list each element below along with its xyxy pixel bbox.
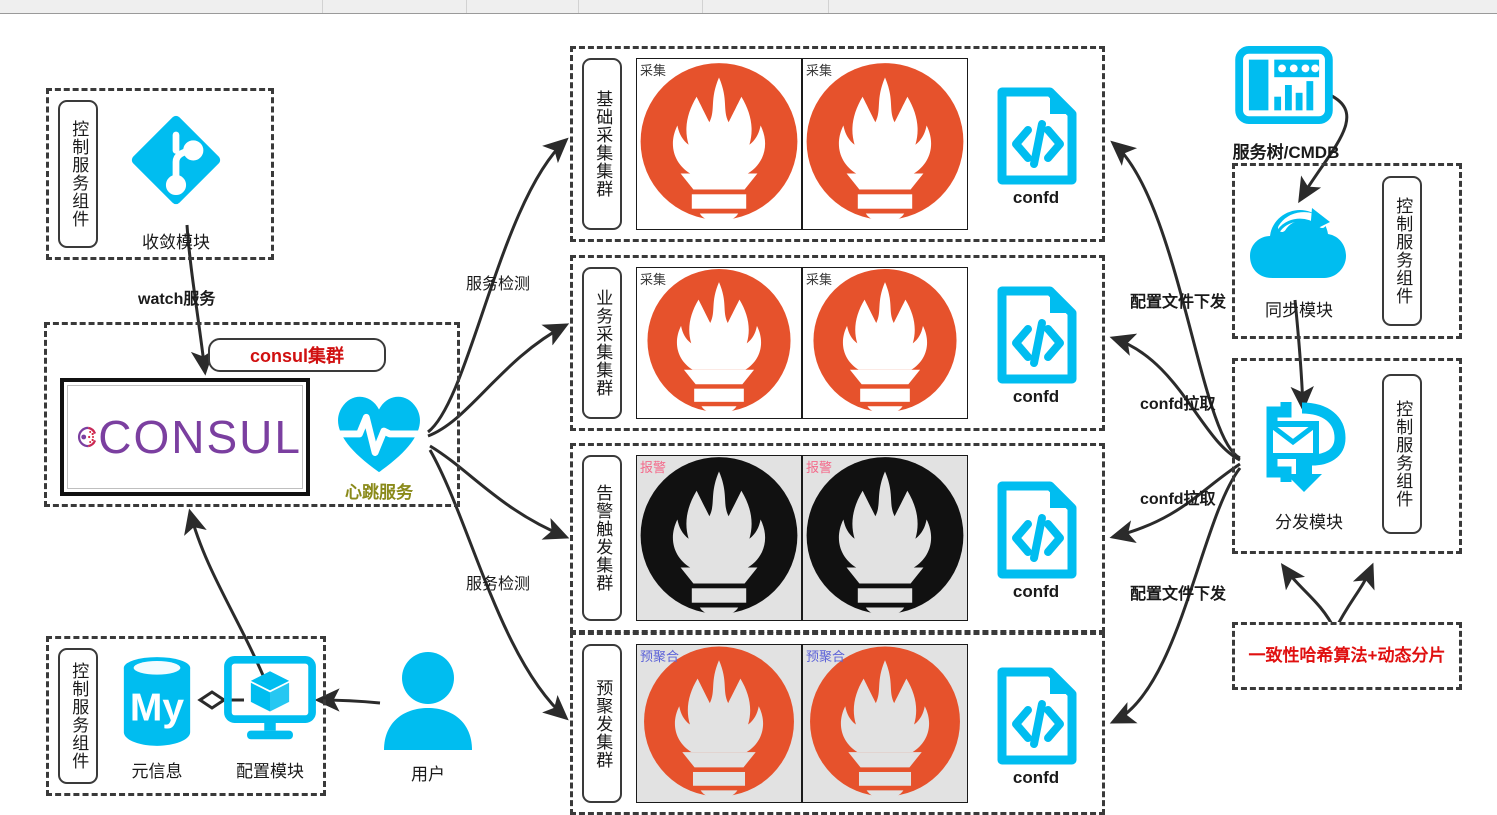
prometheus-node-tag: 采集 bbox=[640, 272, 667, 287]
mail-distribute-icon bbox=[1256, 390, 1360, 494]
confd-caption: confd bbox=[1012, 582, 1060, 601]
toolbar-divider bbox=[578, 0, 579, 13]
confd-caption: confd bbox=[1012, 387, 1060, 406]
consul-cluster-pill: consul集群 bbox=[208, 338, 386, 372]
prometheus-torch-icon bbox=[805, 62, 965, 227]
cloud-sync-icon bbox=[1248, 198, 1348, 282]
dashboard-icon bbox=[1234, 46, 1334, 124]
prometheus-node[interactable]: 采集 bbox=[636, 58, 802, 230]
prometheus-node[interactable]: 报警 bbox=[636, 455, 802, 621]
toolbar-divider bbox=[322, 0, 323, 13]
dispatch-caption: 分发模块 bbox=[1275, 513, 1343, 532]
confd-node[interactable]: confd bbox=[994, 480, 1078, 601]
prometheus-torch-icon bbox=[805, 456, 965, 620]
cluster-name-label: 预聚发集群 bbox=[582, 644, 622, 803]
sync-control-label: 控制服务组件 bbox=[1382, 176, 1422, 326]
code-branch-icon bbox=[128, 112, 224, 208]
prometheus-node[interactable]: 预聚合 bbox=[636, 644, 802, 803]
prometheus-node[interactable]: 采集 bbox=[802, 267, 968, 419]
prometheus-node-tag: 预聚合 bbox=[640, 649, 680, 664]
prometheus-node-tag: 预聚合 bbox=[806, 649, 846, 664]
converge-control-label: 控制服务组件 bbox=[58, 100, 98, 248]
cluster-name-label: 基础采集集群 bbox=[582, 58, 622, 230]
toolbar-divider bbox=[702, 0, 703, 13]
sync-caption: 同步模块 bbox=[1265, 301, 1333, 320]
prometheus-node-tag: 采集 bbox=[806, 272, 833, 287]
cluster-name-label: 告警触发集群 bbox=[582, 455, 622, 621]
config-module-caption: 配置模块 bbox=[236, 762, 304, 781]
prometheus-node-tag: 采集 bbox=[640, 63, 667, 78]
watch-service-edge-label: watch服务 bbox=[138, 291, 216, 308]
config-push-bottom-label: 配置文件下发 bbox=[1130, 586, 1227, 603]
user-caption: 用户 bbox=[411, 765, 445, 784]
dispatch-control-label: 控制服务组件 bbox=[1382, 374, 1422, 534]
confd-node[interactable]: confd bbox=[994, 86, 1078, 207]
consul-logo-frame: CONSUL bbox=[60, 378, 310, 496]
prometheus-node[interactable]: 预聚合 bbox=[802, 644, 968, 803]
cmdb-caption: 服务树/CMDB bbox=[1232, 143, 1340, 162]
top-toolbar bbox=[0, 0, 1497, 14]
prometheus-node-tag: 采集 bbox=[806, 63, 833, 78]
confd-file-icon bbox=[997, 481, 1077, 579]
user-icon bbox=[382, 650, 474, 750]
service-detect-label-top: 服务检测 bbox=[466, 276, 531, 293]
confd-file-icon bbox=[997, 286, 1077, 384]
prometheus-torch-icon bbox=[643, 645, 796, 802]
confd-file-icon bbox=[997, 87, 1077, 185]
heartbeat-icon bbox=[330, 388, 428, 476]
meta-db-caption: 元信息 bbox=[131, 762, 183, 781]
prometheus-torch-icon bbox=[809, 645, 962, 802]
confd-caption: confd bbox=[1012, 768, 1060, 787]
prometheus-torch-icon bbox=[646, 268, 792, 418]
consul-wordmark: CONSUL bbox=[98, 411, 302, 463]
confd-file-icon bbox=[997, 667, 1077, 765]
confd-pull-label-2: confd拉取 bbox=[1140, 491, 1216, 508]
meta-control-label: 控制服务组件 bbox=[58, 648, 98, 784]
consul-logo-icon bbox=[77, 426, 97, 448]
service-detect-label-bottom: 服务检测 bbox=[466, 576, 531, 593]
config-monitor-icon bbox=[222, 656, 318, 744]
confd-pull-label-1: confd拉取 bbox=[1140, 396, 1216, 413]
prometheus-node[interactable]: 报警 bbox=[802, 455, 968, 621]
svg-text:My: My bbox=[130, 686, 184, 729]
toolbar-divider bbox=[828, 0, 829, 13]
prometheus-torch-icon bbox=[639, 456, 799, 620]
hash-note-box: 一致性哈希算法+动态分片 bbox=[1232, 622, 1462, 690]
prometheus-torch-icon bbox=[812, 268, 958, 418]
prometheus-node-tag: 报警 bbox=[640, 460, 667, 475]
prometheus-torch-icon bbox=[639, 62, 799, 227]
converge-caption: 收敛模块 bbox=[142, 233, 210, 252]
prometheus-node[interactable]: 采集 bbox=[636, 267, 802, 419]
prometheus-node[interactable]: 采集 bbox=[802, 58, 968, 230]
config-push-top-label: 配置文件下发 bbox=[1130, 294, 1227, 311]
confd-node[interactable]: confd bbox=[994, 666, 1078, 787]
confd-caption: confd bbox=[1012, 188, 1060, 207]
heartbeat-caption: 心跳服务 bbox=[345, 483, 413, 502]
prometheus-node-tag: 报警 bbox=[806, 460, 833, 475]
cluster-name-label: 业务采集集群 bbox=[582, 267, 622, 419]
toolbar-divider bbox=[466, 0, 467, 13]
hash-note-text: 一致性哈希算法+动态分片 bbox=[1248, 646, 1446, 666]
confd-node[interactable]: confd bbox=[994, 285, 1078, 406]
mysql-database-icon: My bbox=[118, 652, 196, 748]
